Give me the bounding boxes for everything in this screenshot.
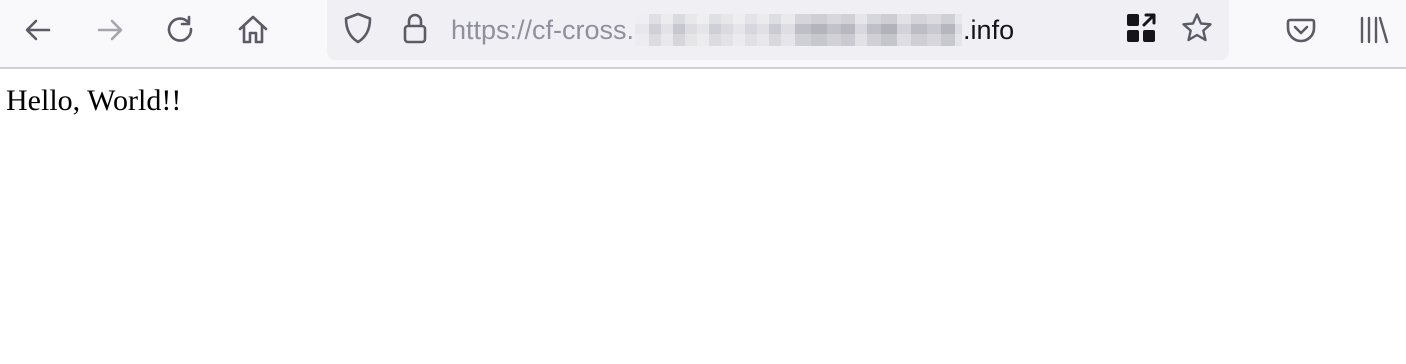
back-arrow-icon bbox=[22, 14, 54, 46]
url-prefix: https://cf-cross. bbox=[451, 15, 635, 45]
url-bar[interactable]: https://cf-cross. .info bbox=[327, 0, 1229, 60]
pocket-button[interactable] bbox=[1279, 8, 1323, 52]
browser-toolbar: https://cf-cross. .info bbox=[0, 0, 1406, 69]
site-security-button[interactable] bbox=[395, 10, 435, 50]
tracking-protection-button[interactable] bbox=[338, 10, 378, 50]
bookmark-button[interactable] bbox=[1177, 10, 1217, 50]
qr-code-share-icon bbox=[1125, 12, 1157, 49]
shield-icon bbox=[341, 11, 375, 50]
pocket-icon bbox=[1285, 14, 1317, 46]
lock-icon bbox=[400, 11, 430, 50]
forward-button[interactable] bbox=[88, 8, 132, 52]
reload-button[interactable] bbox=[159, 8, 203, 52]
forward-arrow-icon bbox=[94, 14, 126, 46]
url-suffix: .info bbox=[963, 15, 1015, 45]
library-icon bbox=[1359, 14, 1389, 46]
reload-icon bbox=[165, 14, 197, 46]
home-button[interactable] bbox=[231, 8, 275, 52]
star-icon bbox=[1180, 11, 1214, 50]
url-redacted-segment bbox=[635, 14, 963, 46]
home-icon bbox=[236, 13, 270, 47]
page-action-button[interactable] bbox=[1121, 10, 1161, 50]
back-button[interactable] bbox=[16, 8, 60, 52]
library-button[interactable] bbox=[1352, 8, 1396, 52]
url-text[interactable]: https://cf-cross. .info bbox=[451, 12, 1014, 48]
page-body-text: Hello, World!! bbox=[6, 84, 182, 117]
